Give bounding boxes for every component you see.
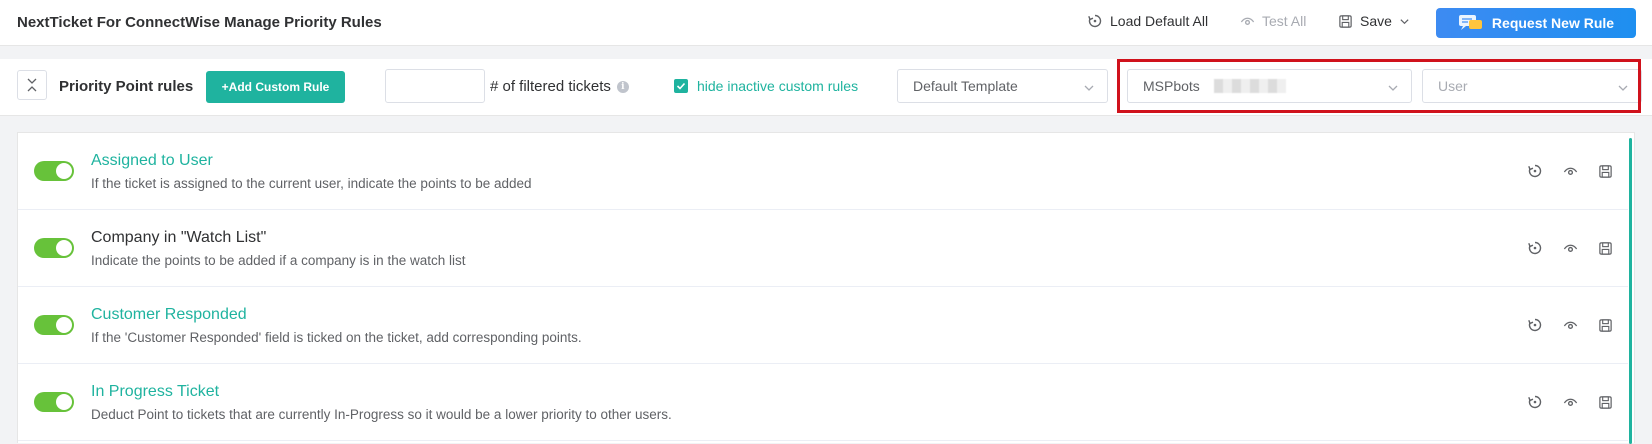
eye-icon	[1240, 17, 1255, 25]
reset-icon[interactable]	[1526, 393, 1544, 411]
save-icon	[1339, 14, 1352, 28]
save-icon[interactable]	[1596, 393, 1614, 411]
filtered-tickets-input[interactable]	[385, 69, 485, 103]
eye-icon[interactable]	[1561, 316, 1579, 334]
page-title: NextTicket For ConnectWise Manage Priori…	[17, 14, 382, 31]
chevron-down-icon	[1400, 18, 1409, 24]
reset-icon[interactable]	[1526, 162, 1544, 180]
hide-inactive-label: hide inactive custom rules	[697, 78, 859, 94]
rule-enabled-toggle[interactable]	[34, 238, 74, 258]
template-select[interactable]: Default Template	[897, 69, 1108, 103]
save-icon[interactable]	[1596, 239, 1614, 257]
test-all-button[interactable]: Test All	[1240, 13, 1306, 29]
add-custom-rule-button[interactable]: +Add Custom Rule	[206, 71, 345, 103]
hide-inactive-checkbox[interactable]: hide inactive custom rules	[674, 78, 858, 94]
test-all-label: Test All	[1262, 13, 1307, 29]
rule-name[interactable]: Company in "Watch List"	[91, 229, 266, 247]
reset-icon[interactable]	[1526, 239, 1544, 257]
rule-enabled-toggle[interactable]	[34, 392, 74, 412]
rules-list: Assigned to User If the ticket is assign…	[17, 132, 1635, 444]
eye-icon[interactable]	[1561, 239, 1579, 257]
load-default-all-button[interactable]: Load Default All	[1087, 13, 1208, 29]
rule-name[interactable]: Customer Responded	[91, 306, 247, 324]
rule-row: Company in "Watch List" Indicate the poi…	[18, 210, 1628, 287]
checkbox-checked-icon	[674, 79, 688, 93]
highlight-annotation-box	[1117, 59, 1641, 113]
chat-request-icon	[1458, 15, 1482, 30]
rule-name[interactable]: In Progress Ticket	[91, 383, 219, 401]
rule-row: In Progress Ticket Deduct Point to ticke…	[18, 364, 1628, 441]
collapse-toggle-button[interactable]	[17, 70, 47, 100]
save-label: Save	[1360, 13, 1392, 29]
rule-description: Deduct Point to tickets that are current…	[91, 407, 672, 422]
rule-row: Customer Responded If the 'Customer Resp…	[18, 287, 1628, 364]
info-icon[interactable]: i	[616, 80, 629, 93]
rule-description: If the 'Customer Responded' field is tic…	[91, 330, 582, 345]
load-default-all-label: Load Default All	[1110, 13, 1209, 29]
app-header: NextTicket For ConnectWise Manage Priori…	[0, 0, 1652, 46]
scrollbar[interactable]	[1629, 138, 1632, 444]
rule-row: Assigned to User If the ticket is assign…	[18, 133, 1628, 210]
save-icon[interactable]	[1596, 162, 1614, 180]
request-new-rule-button[interactable]: Request New Rule	[1436, 8, 1636, 38]
collapse-icon	[27, 78, 37, 92]
section-title: Priority Point rules	[59, 78, 194, 95]
rule-enabled-toggle[interactable]	[34, 315, 74, 335]
eye-icon[interactable]	[1561, 162, 1579, 180]
reset-icon	[1088, 14, 1102, 28]
eye-icon[interactable]	[1561, 393, 1579, 411]
rule-description: Indicate the points to be added if a com…	[91, 253, 466, 268]
save-menu-button[interactable]: Save	[1338, 13, 1410, 29]
chevron-down-icon	[1084, 85, 1094, 91]
rule-description: If the ticket is assigned to the current…	[91, 176, 532, 191]
rule-name[interactable]: Assigned to User	[91, 152, 213, 170]
filtered-tickets-label-group: # of filtered tickets i	[490, 78, 629, 95]
reset-icon[interactable]	[1526, 316, 1544, 334]
filtered-tickets-label: # of filtered tickets	[490, 78, 611, 95]
template-select-value: Default Template	[913, 78, 1018, 94]
request-new-rule-label: Request New Rule	[1491, 15, 1615, 31]
rule-enabled-toggle[interactable]	[34, 161, 74, 181]
save-icon[interactable]	[1596, 316, 1614, 334]
